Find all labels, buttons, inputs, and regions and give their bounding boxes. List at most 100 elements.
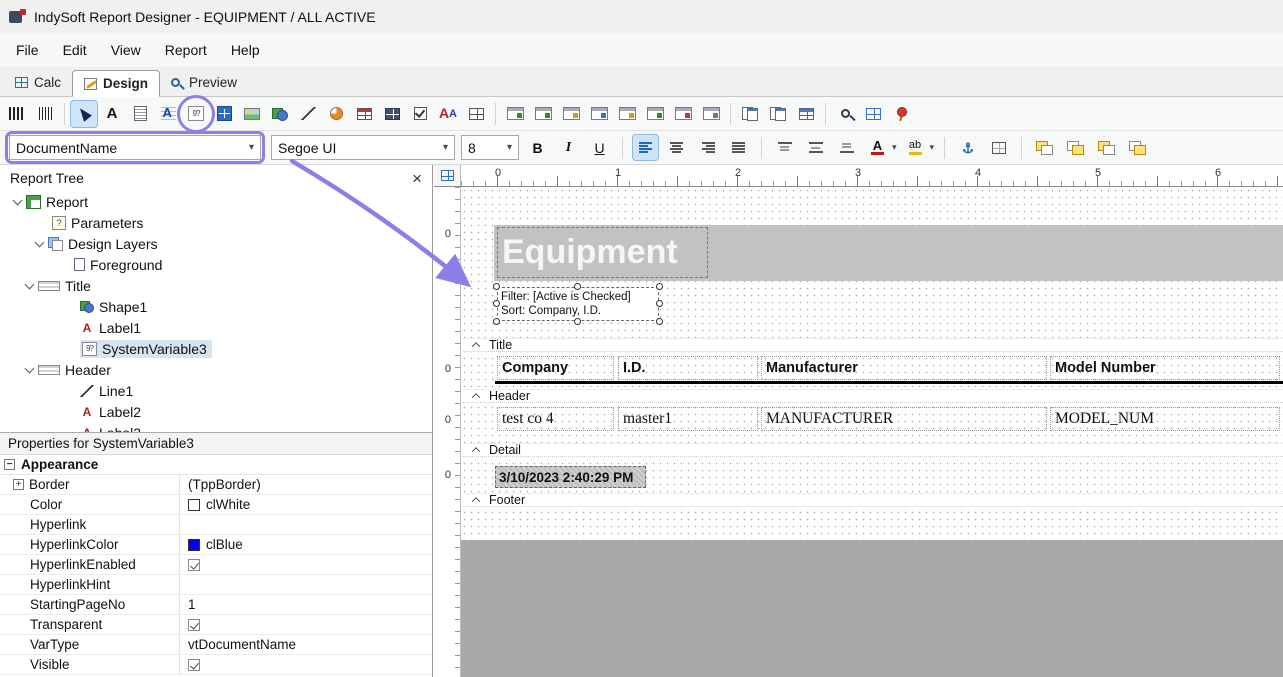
tree-item-foreground[interactable]: Foreground: [0, 254, 432, 275]
valign-middle-button[interactable]: [803, 135, 828, 160]
tab-preview[interactable]: Preview: [160, 69, 248, 96]
resize-handle[interactable]: [574, 283, 581, 290]
valign-top-button[interactable]: [772, 135, 797, 160]
detail-cell-model-number[interactable]: MODEL_NUM: [1050, 407, 1280, 431]
print-preview-button[interactable]: [765, 101, 791, 127]
collapse-band-button[interactable]: [469, 391, 482, 402]
highlight-color-button[interactable]: ab: [903, 135, 928, 160]
resize-handle[interactable]: [493, 300, 500, 307]
chevron-down-icon[interactable]: ▾: [930, 142, 935, 153]
font-master-button[interactable]: [435, 101, 461, 127]
crosstab-tool-button[interactable]: [379, 101, 405, 127]
property-row-hyperlinkenabled[interactable]: HyperlinkEnabled: [0, 555, 432, 575]
align-justify-button[interactable]: [726, 135, 751, 160]
tab-design[interactable]: Design: [72, 70, 160, 97]
zoom-button[interactable]: [832, 101, 858, 127]
select-cursor-button[interactable]: [71, 101, 97, 127]
menu-edit[interactable]: Edit: [51, 37, 99, 63]
system-variable-element[interactable]: Filter: [Active is Checked] Sort: Compan…: [497, 287, 659, 321]
calc-variable-button[interactable]: [211, 101, 237, 127]
ruler-corner[interactable]: [434, 165, 461, 187]
align-right-button[interactable]: [695, 135, 720, 160]
chart-tool-button[interactable]: [323, 101, 349, 127]
label-tool-button[interactable]: [99, 101, 125, 127]
chevron-down-icon[interactable]: ▾: [501, 142, 518, 153]
resize-handle[interactable]: [574, 318, 581, 325]
chevron-down-icon[interactable]: ▾: [243, 142, 260, 153]
property-group-appearance[interactable]: Appearance: [0, 455, 432, 475]
header-cell-id[interactable]: I.D.: [618, 356, 758, 380]
richtext-tool-button[interactable]: [155, 101, 181, 127]
tree-item-parameters[interactable]: Parameters: [0, 212, 432, 233]
tab-calc[interactable]: Calc: [4, 69, 72, 96]
resize-handle[interactable]: [656, 318, 663, 325]
summary-band-button[interactable]: [670, 101, 696, 127]
chevron-down-icon[interactable]: ▾: [892, 142, 897, 153]
highlight-pin-button[interactable]: [888, 101, 914, 127]
tree-item-report[interactable]: Report: [0, 191, 432, 212]
font-name-combo[interactable]: Segoe UI ▾: [271, 135, 455, 160]
dbgrid-tool-button[interactable]: [351, 101, 377, 127]
font-size-combo[interactable]: 8 ▾: [461, 135, 519, 160]
align-center-button[interactable]: [664, 135, 689, 160]
anchor-button[interactable]: [955, 135, 980, 160]
property-row-transparent[interactable]: Transparent: [0, 615, 432, 635]
borders-button[interactable]: [986, 135, 1011, 160]
tree-item-line1[interactable]: Line1: [0, 380, 432, 401]
italic-button[interactable]: I: [556, 135, 581, 160]
menu-view[interactable]: View: [99, 37, 153, 63]
chevron-down-icon[interactable]: [25, 279, 35, 289]
title-band-button[interactable]: [502, 101, 528, 127]
collapse-band-button[interactable]: [469, 340, 482, 351]
header-rule-line[interactable]: [495, 381, 1283, 384]
tree-item-title-band[interactable]: Title: [0, 275, 432, 296]
chevron-down-icon[interactable]: [13, 195, 23, 205]
bring-forward-button[interactable]: [1094, 135, 1119, 160]
checkbox-checked-icon[interactable]: [188, 559, 200, 571]
resize-handle[interactable]: [493, 318, 500, 325]
resize-handle[interactable]: [493, 283, 500, 290]
property-row-border[interactable]: Border (TppBorder): [0, 475, 432, 495]
align-left-button[interactable]: [633, 135, 658, 160]
tree-item-systemvariable3[interactable]: SystemVariable3: [0, 338, 432, 359]
checkbox-checked-icon[interactable]: [188, 619, 200, 631]
title-label[interactable]: Equipment: [497, 227, 708, 278]
collapse-icon[interactable]: [4, 459, 15, 470]
subreport-button[interactable]: [698, 101, 724, 127]
chevron-down-icon[interactable]: ▾: [437, 142, 454, 153]
bold-button[interactable]: B: [525, 135, 550, 160]
data-access-button[interactable]: [793, 101, 819, 127]
tree-item-header-band[interactable]: Header: [0, 359, 432, 380]
tree-item-label1[interactable]: Label1: [0, 317, 432, 338]
property-value[interactable]: vtDocumentName: [188, 637, 296, 652]
header-cell-company[interactable]: Company: [497, 356, 614, 380]
shape-tool-button[interactable]: [267, 101, 293, 127]
tree-item-label3[interactable]: Label3: [0, 422, 432, 432]
tree-item-shape1[interactable]: Shape1: [0, 296, 432, 317]
header-band-button[interactable]: [530, 101, 556, 127]
property-row-hyperlinkcolor[interactable]: HyperlinkColor clBlue: [0, 535, 432, 555]
expand-icon[interactable]: [13, 479, 24, 490]
tree-item-design-layers[interactable]: Design Layers: [0, 233, 432, 254]
grid-options-button[interactable]: [860, 101, 886, 127]
collapse-band-button[interactable]: [469, 495, 482, 506]
font-color-button[interactable]: A: [865, 135, 890, 160]
collapse-band-button[interactable]: [469, 445, 482, 456]
chevron-down-icon[interactable]: [25, 363, 35, 373]
group-header-band-button[interactable]: [558, 101, 584, 127]
property-value[interactable]: clWhite: [206, 497, 250, 512]
barcode-2d-button[interactable]: [32, 101, 58, 127]
barcode-button[interactable]: [4, 101, 30, 127]
property-row-startingpageno[interactable]: StartingPageNo 1: [0, 595, 432, 615]
close-icon[interactable]: ×: [412, 170, 422, 187]
checkbox-tool-button[interactable]: [407, 101, 433, 127]
detail-cell-manufacturer[interactable]: MANUFACTURER: [761, 407, 1047, 431]
property-value[interactable]: (TppBorder): [188, 477, 261, 492]
image-tool-button[interactable]: [239, 101, 265, 127]
detail-cell-id[interactable]: master1: [618, 407, 758, 431]
send-backward-button[interactable]: [1125, 135, 1150, 160]
footer-datetime-element[interactable]: 3/10/2023 2:40:29 PM: [495, 466, 646, 488]
system-variable-button[interactable]: [183, 101, 209, 127]
property-row-color[interactable]: Color clWhite: [0, 495, 432, 515]
property-value[interactable]: 1: [188, 597, 196, 612]
